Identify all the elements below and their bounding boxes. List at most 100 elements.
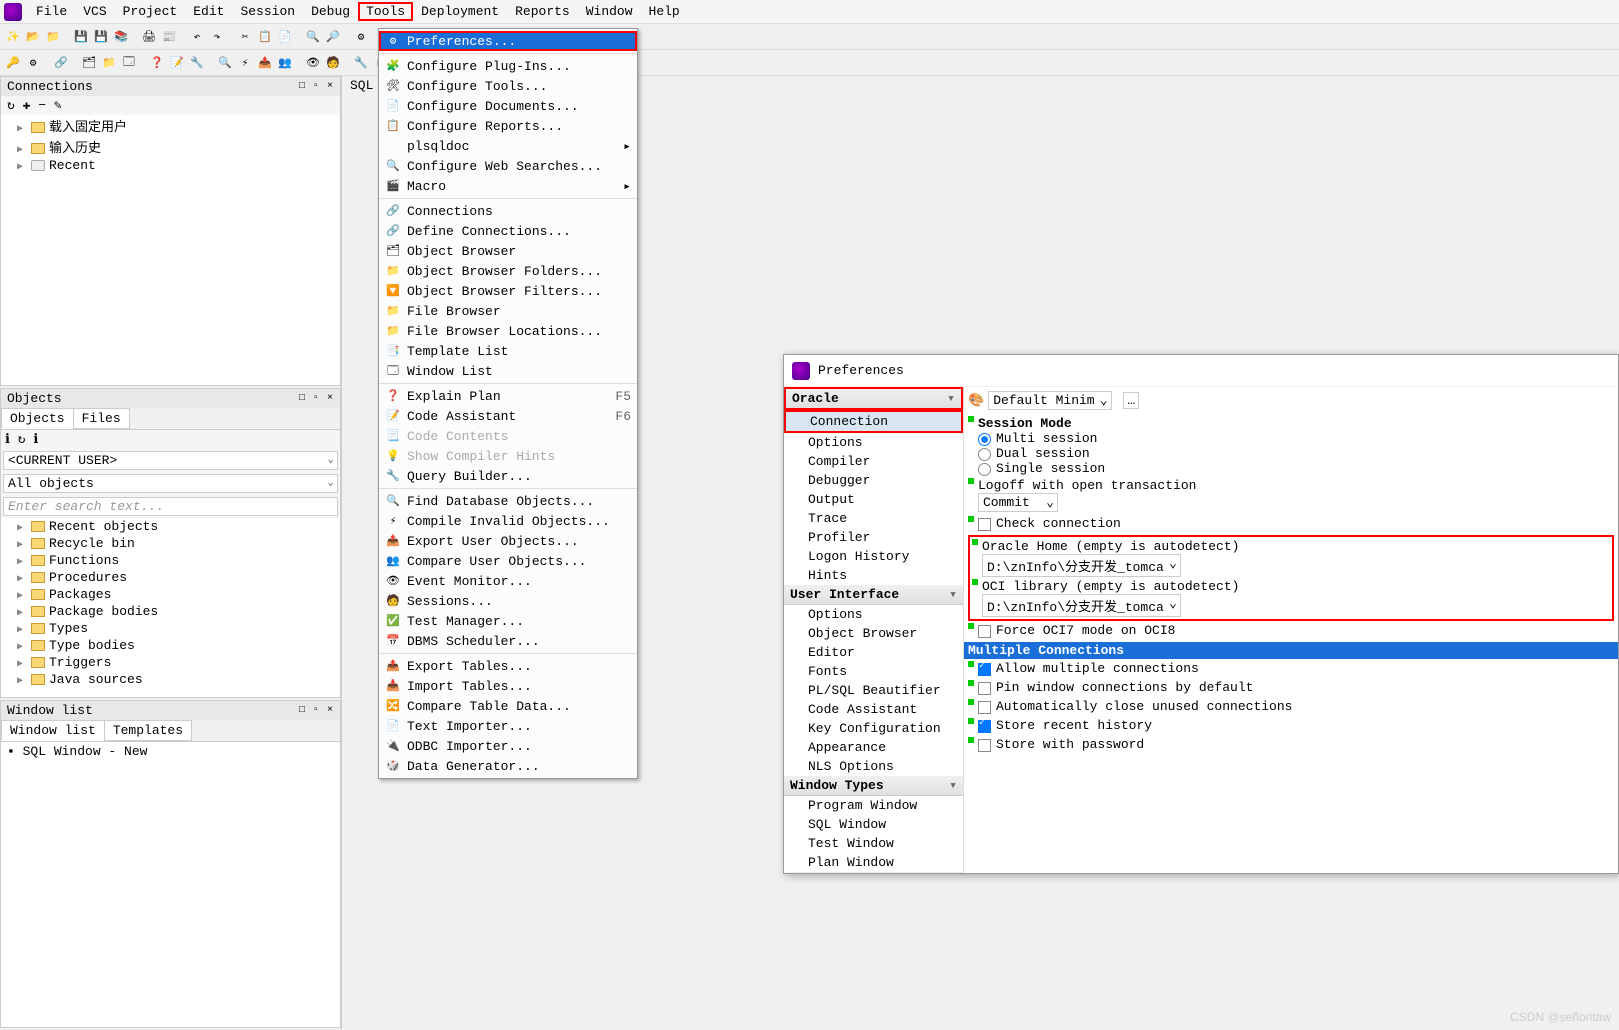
radio-multi-session[interactable]: Multi session — [978, 431, 1614, 446]
checkbox-automatically-close-unused-connections[interactable]: Automatically close unused connections — [978, 699, 1614, 714]
prefs-sub-sql-window[interactable]: SQL Window — [784, 815, 963, 834]
scheme-more-button[interactable]: … — [1123, 392, 1139, 409]
objects-search-input[interactable]: Enter search text... — [3, 497, 338, 516]
menu-item-configure-reports[interactable]: 📋Configure Reports... — [379, 116, 637, 136]
menu-item-export-tables[interactable]: 📤Export Tables... — [379, 656, 637, 676]
objects-tree-item[interactable]: Functions — [1, 552, 340, 569]
radio-single-session[interactable]: Single session — [978, 461, 1614, 476]
prefs-sub-output[interactable]: Output — [784, 490, 963, 509]
checkbox-pin-window-connections-by-default[interactable]: Pin window connections by default — [978, 680, 1614, 695]
toolbar-query-icon[interactable]: 🔧 — [188, 54, 206, 72]
toolbar-copy-icon[interactable]: 📋 — [256, 28, 274, 46]
tab-objects[interactable]: Objects — [1, 408, 74, 429]
objects-tree-item[interactable]: Recent objects — [1, 518, 340, 535]
prefs-sub-test-window[interactable]: Test Window — [784, 834, 963, 853]
objects-tree-item[interactable]: Package bodies — [1, 603, 340, 620]
menu-reports[interactable]: Reports — [507, 2, 578, 21]
checkbox-store-with-password[interactable]: Store with password — [978, 737, 1614, 752]
all-objects-dropdown[interactable]: All objects — [3, 474, 338, 493]
tab-windowlist[interactable]: Window list — [1, 720, 105, 741]
checkbox-store-recent-history[interactable]: Store recent history — [978, 718, 1614, 733]
objects-tree-item[interactable]: Procedures — [1, 569, 340, 586]
connections-toolbar[interactable]: ↻ ✚ − ✎ — [1, 96, 340, 115]
menu-item-connections[interactable]: 🔗Connections — [379, 201, 637, 221]
checkbox-allow-multiple-connections[interactable]: Allow multiple connections — [978, 661, 1614, 676]
menu-item-plsqldoc[interactable]: plsqldoc▸ — [379, 136, 637, 156]
scheme-dropdown[interactable]: Default Minim — [988, 391, 1111, 410]
toolbar-explain-icon[interactable]: ❓ — [148, 54, 166, 72]
toolbar-cut-icon[interactable]: ✂ — [236, 28, 254, 46]
menu-item-window-list[interactable]: 🗔Window List — [379, 361, 637, 381]
prefs-sub-plan-window[interactable]: Plan Window — [784, 853, 963, 872]
prefs-sub-options[interactable]: Options — [784, 433, 963, 452]
menu-tools[interactable]: Tools — [358, 2, 413, 21]
toolbar-find-icon[interactable]: 🔍 — [304, 28, 322, 46]
objects-tree-item[interactable]: Types — [1, 620, 340, 637]
menu-item-configure-tools[interactable]: 🛠Configure Tools... — [379, 76, 637, 96]
logoff-dropdown[interactable]: Commit — [978, 493, 1058, 512]
oracle-home-input[interactable]: D:\znInfo\分支开发_tomca — [982, 554, 1181, 577]
prefs-sub-code-assistant[interactable]: Code Assistant — [784, 700, 963, 719]
menu-item-text-importer[interactable]: 📄Text Importer... — [379, 716, 637, 736]
toolbar-export-icon[interactable]: 📤 — [256, 54, 274, 72]
menu-file[interactable]: File — [28, 2, 75, 21]
prefs-category-window-types[interactable]: Window Types — [784, 776, 963, 796]
toolbar-paste-icon[interactable]: 📄 — [276, 28, 294, 46]
toolbar-file-icon[interactable]: 📁 — [100, 54, 118, 72]
toolbar-redo-icon[interactable]: ↷ — [208, 28, 226, 46]
toolbar-find2-icon[interactable]: 🔍 — [216, 54, 234, 72]
toolbar-saveall-icon[interactable]: 💾 — [92, 28, 110, 46]
toolbar-save-icon[interactable]: 💾 — [72, 28, 90, 46]
toolbar-new-icon[interactable]: ✨ — [4, 28, 22, 46]
connections-tree-item[interactable]: Recent — [1, 157, 340, 174]
prefs-sub-pl-sql-beautifier[interactable]: PL/SQL Beautifier — [784, 681, 963, 700]
menu-item-define-connections[interactable]: 🔗Define Connections... — [379, 221, 637, 241]
toolbar-undo-icon[interactable]: ↶ — [188, 28, 206, 46]
prefs-sub-connection[interactable]: Connection — [784, 410, 963, 433]
menu-item-configure-web-searches[interactable]: 🔍Configure Web Searches... — [379, 156, 637, 176]
toolbar-gear-icon[interactable]: ⚙ — [24, 54, 42, 72]
toolbar-wrench-icon[interactable]: 🔧 — [352, 54, 370, 72]
menu-item-compile-invalid-objects[interactable]: ⚡Compile Invalid Objects... — [379, 511, 637, 531]
toolbar-assist-icon[interactable]: 📝 — [168, 54, 186, 72]
menu-item-find-database-objects[interactable]: 🔍Find Database Objects... — [379, 491, 637, 511]
menu-vcs[interactable]: VCS — [75, 2, 114, 21]
prefs-category-tools[interactable]: Tools — [784, 872, 963, 873]
menu-item-file-browser[interactable]: 📁File Browser — [379, 301, 637, 321]
panel-controls[interactable]: □ ▫ × — [299, 393, 334, 404]
menu-item-macro[interactable]: 🎬Macro▸ — [379, 176, 637, 196]
menu-item-sessions[interactable]: 🧑Sessions... — [379, 591, 637, 611]
menu-item-compare-user-objects[interactable]: 👥Compare User Objects... — [379, 551, 637, 571]
menu-item-configure-plug-ins[interactable]: 🧩Configure Plug-Ins... — [379, 56, 637, 76]
preferences-titlebar[interactable]: Preferences — [784, 355, 1618, 387]
oci-library-input[interactable]: D:\znInfo\分支开发_tomca — [982, 594, 1181, 617]
prefs-sub-object-browser[interactable]: Object Browser — [784, 624, 963, 643]
menu-item-event-monitor[interactable]: 👁Event Monitor... — [379, 571, 637, 591]
panel-controls[interactable]: □ ▫ × — [299, 705, 334, 716]
menu-item-preferences[interactable]: ⚙Preferences... — [379, 31, 637, 51]
objects-tree-item[interactable]: Packages — [1, 586, 340, 603]
menu-item-object-browser[interactable]: 🗂Object Browser — [379, 241, 637, 261]
menu-item-compare-table-data[interactable]: 🔀Compare Table Data... — [379, 696, 637, 716]
toolbar-books-icon[interactable]: 📚 — [112, 28, 130, 46]
toolbar-event-icon[interactable]: 👁 — [304, 54, 322, 72]
objects-tree-item[interactable]: Java sources — [1, 671, 340, 688]
menu-session[interactable]: Session — [232, 2, 303, 21]
toolbar-browser-icon[interactable]: 🗂 — [80, 54, 98, 72]
menu-item-object-browser-folders[interactable]: 📁Object Browser Folders... — [379, 261, 637, 281]
toolbar-connections-icon[interactable]: 🔗 — [52, 54, 70, 72]
panel-controls[interactable]: □ ▫ × — [299, 81, 334, 92]
prefs-sub-profiler[interactable]: Profiler — [784, 528, 963, 547]
menu-item-query-builder[interactable]: 🔧Query Builder... — [379, 466, 637, 486]
menu-deployment[interactable]: Deployment — [413, 2, 507, 21]
toolbar-printprev-icon[interactable]: 📰 — [160, 28, 178, 46]
prefs-sub-debugger[interactable]: Debugger — [784, 471, 963, 490]
menu-item-template-list[interactable]: 📑Template List — [379, 341, 637, 361]
toolbar-window-icon[interactable]: 🗔 — [120, 54, 138, 72]
menu-item-data-generator[interactable]: 🎲Data Generator... — [379, 756, 637, 776]
menu-item-code-assistant[interactable]: 📝Code AssistantF6 — [379, 406, 637, 426]
prefs-sub-compiler[interactable]: Compiler — [784, 452, 963, 471]
windowlist-item[interactable]: SQL Window - New — [1, 742, 340, 761]
prefs-category-user-interface[interactable]: User Interface — [784, 585, 963, 605]
objects-tree-item[interactable]: Triggers — [1, 654, 340, 671]
